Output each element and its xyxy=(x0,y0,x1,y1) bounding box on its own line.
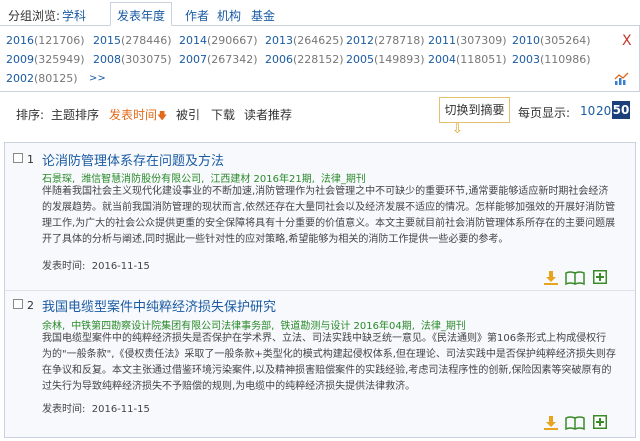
record-actions xyxy=(543,415,613,433)
year-value: 2014 xyxy=(179,34,207,47)
record-checkbox[interactable] xyxy=(13,299,23,309)
record-date-value: 2016-11-15 xyxy=(91,261,150,272)
result-list: 1 论消防管理体系存在问题及方法 石景琛, 潍信智慧消防股份有限公司, 江西建材 2… xyxy=(4,142,636,438)
group-browse-bar: 分组浏览: 学科 发表年度 作者 机构 基金 xyxy=(0,0,640,26)
download-icon[interactable] xyxy=(543,270,559,286)
read-online-icon[interactable] xyxy=(565,415,585,431)
download-icon[interactable] xyxy=(543,415,559,431)
record-date: 发表时间: 2016-11-15 xyxy=(42,400,150,415)
year-value: 2016 xyxy=(6,34,34,47)
result-record: 1 论消防管理体系存在问题及方法 石景琛, 潍信智慧消防股份有限公司, 江西建材 2… xyxy=(5,143,635,291)
record-meta: 石景琛, 潍信智慧消防股份有限公司, 江西建材 2016年21期, 法律_期刊 xyxy=(42,170,372,185)
record-actions xyxy=(543,270,613,288)
sort-by-publish-time[interactable]: 发表时间🡇 xyxy=(109,106,167,126)
year-filter-item[interactable]: 2003(110986) xyxy=(512,53,591,66)
record-checkbox[interactable] xyxy=(13,153,23,163)
year-filter-item[interactable]: 2005(149893) xyxy=(346,53,425,66)
year-value: 2005 xyxy=(346,53,374,66)
year-filter-item[interactable]: 2004(118051) xyxy=(428,53,507,66)
year-filter-item[interactable]: 2012(278718) xyxy=(346,34,425,47)
year-filter-item[interactable]: 2008(303075) xyxy=(93,53,172,66)
year-count: (149893) xyxy=(374,53,425,66)
year-count: (118051) xyxy=(456,53,507,66)
year-count: (303075) xyxy=(121,53,172,66)
sort-desc-icon: 🡇 xyxy=(157,111,168,122)
result-record: 2 我国电缆型案件中纯粹经济损失保护研究 余林, 中铁第四勘察设计院集团有限公司法… xyxy=(5,291,635,437)
year-filter-item[interactable]: 2016(121706) xyxy=(6,34,85,47)
tab-fund[interactable]: 基金 xyxy=(251,7,275,24)
year-filter-item[interactable]: 2014(290667) xyxy=(179,34,258,47)
year-filter-item[interactable]: 2007(267342) xyxy=(179,53,258,66)
year-value: 2004 xyxy=(428,53,456,66)
record-title[interactable]: 论消防管理体系存在问题及方法 xyxy=(42,150,224,169)
year-count: (278446) xyxy=(121,34,172,47)
year-value: 2012 xyxy=(346,34,374,47)
per-page-50[interactable]: 50 xyxy=(612,101,630,119)
record-date-value: 2016-11-15 xyxy=(91,404,150,415)
record-number: 1 xyxy=(27,153,34,166)
year-value: 2015 xyxy=(93,34,121,47)
year-value: 2011 xyxy=(428,34,456,47)
year-count: (80125) xyxy=(34,72,78,85)
add-to-collection-icon[interactable] xyxy=(593,270,607,284)
year-filter-item[interactable]: 2010(305264) xyxy=(512,34,591,47)
sort-by-downloads[interactable]: 下载 xyxy=(211,106,235,123)
add-to-collection-icon[interactable] xyxy=(593,415,607,429)
year-count: (305264) xyxy=(540,34,591,47)
year-count: (110986) xyxy=(540,53,591,66)
year-filter-item[interactable]: 2013(264625) xyxy=(265,34,344,47)
per-page-10[interactable]: 10 xyxy=(580,104,595,118)
record-abstract: 我国电缆型案件中的纯粹经济损失是否保护在学术界、立法、司法实践中缺乏统一意见。《… xyxy=(42,333,616,392)
tab-publish-year[interactable]: 发表年度 xyxy=(110,2,173,26)
year-filter-item[interactable]: 2006(228152) xyxy=(265,53,344,66)
sort-by-topic[interactable]: 主题排序 xyxy=(51,106,99,123)
read-online-icon[interactable] xyxy=(565,270,585,286)
year-count: (228152) xyxy=(293,53,344,66)
per-page-20[interactable]: 20 xyxy=(596,104,611,118)
year-filter-panel: 2016(121706) 2015(278446) 2014(290667) 2… xyxy=(0,26,640,92)
year-filter-item[interactable]: 2015(278446) xyxy=(93,34,172,47)
arrow-down-icon: ⇩ xyxy=(452,122,463,137)
sort-by-reader-recommend[interactable]: 读者推荐 xyxy=(244,106,292,123)
tab-subject[interactable]: 学科 xyxy=(62,7,86,24)
year-value: 2013 xyxy=(265,34,293,47)
record-number: 2 xyxy=(27,299,34,312)
year-count: (121706) xyxy=(34,34,85,47)
more-years-link[interactable]: >> xyxy=(89,73,106,84)
year-count: (290667) xyxy=(207,34,258,47)
tab-author[interactable]: 作者 xyxy=(185,7,209,24)
sort-label: 排序: xyxy=(16,108,45,122)
sort-by-citations[interactable]: 被引 xyxy=(176,106,200,123)
record-date: 发表时间: 2016-11-15 xyxy=(42,257,150,272)
year-value: 2008 xyxy=(93,53,121,66)
record-title[interactable]: 我国电缆型案件中纯粹经济损失保护研究 xyxy=(42,296,276,315)
record-date-label: 发表时间: xyxy=(42,404,86,415)
switch-to-abstract-button[interactable]: 切换到摘要 xyxy=(439,97,510,123)
year-filter-item[interactable]: 2009(325949) xyxy=(6,53,85,66)
close-icon[interactable]: X xyxy=(622,34,632,48)
record-date-label: 发表时间: xyxy=(42,261,86,272)
year-value: 2010 xyxy=(512,34,540,47)
year-value: 2009 xyxy=(6,53,34,66)
year-value: 2006 xyxy=(265,53,293,66)
per-page-label: 每页显示: xyxy=(518,106,571,120)
record-abstract: 伴随着我国社会主义现代化建设事业的不断加速,消防管理作为社会管理之中不可缺少的重… xyxy=(42,186,616,245)
year-value: 2002 xyxy=(6,72,34,85)
chart-icon[interactable] xyxy=(614,72,630,86)
group-browse-label: 分组浏览: xyxy=(8,9,61,23)
year-filter-item[interactable]: 2002(80125) xyxy=(6,72,78,85)
year-value: 2007 xyxy=(179,53,207,66)
year-filter-item[interactable]: 2011(307309) xyxy=(428,34,507,47)
year-count: (278718) xyxy=(374,34,425,47)
year-count: (307309) xyxy=(456,34,507,47)
sort-by-publish-time-label: 发表时间 xyxy=(109,108,158,122)
year-count: (325949) xyxy=(34,53,85,66)
record-meta: 余林, 中铁第四勘察设计院集团有限公司法律事务部, 铁道勘测与设计 2016年04期… xyxy=(42,317,472,332)
year-count: (267342) xyxy=(207,53,258,66)
year-count: (264625) xyxy=(293,34,344,47)
tab-institution[interactable]: 机构 xyxy=(217,7,241,24)
year-value: 2003 xyxy=(512,53,540,66)
